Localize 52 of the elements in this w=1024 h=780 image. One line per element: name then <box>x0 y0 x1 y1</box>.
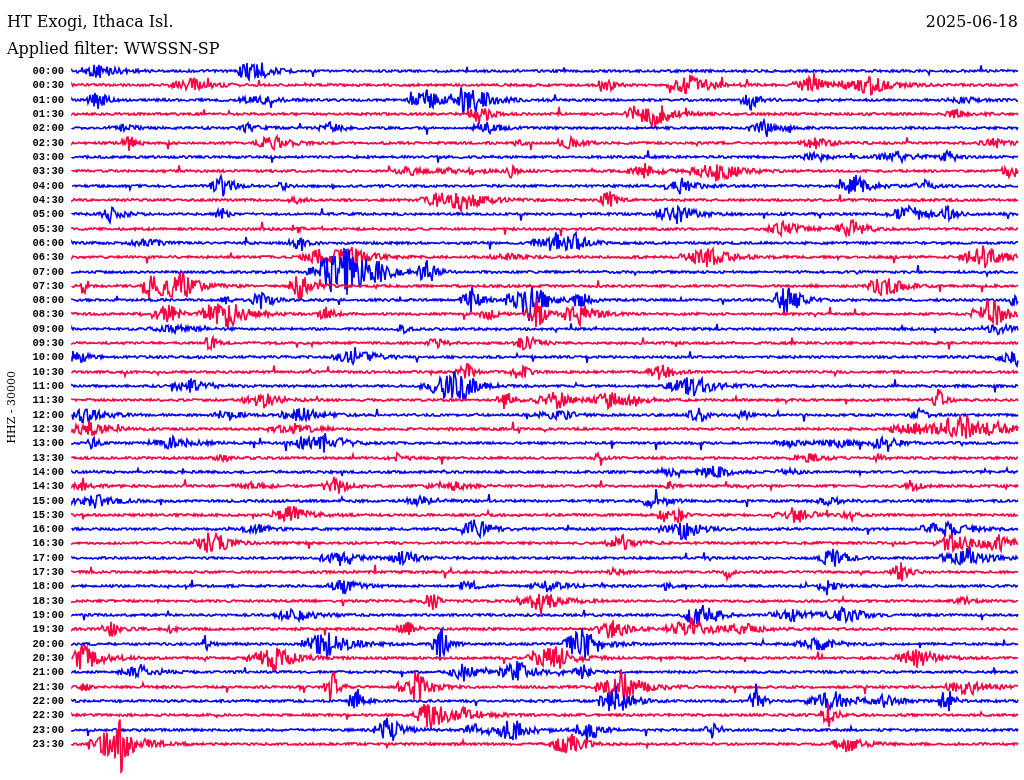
filter-label: Applied filter: WWSSN-SP <box>7 39 220 58</box>
time-label: 16:00 <box>31 523 64 536</box>
time-label: 13:00 <box>31 437 64 450</box>
time-label: 17:00 <box>31 551 64 564</box>
time-label: 20:00 <box>31 637 64 650</box>
time-label: 08:30 <box>31 308 64 321</box>
time-label: 15:00 <box>31 494 64 507</box>
time-label: 14:30 <box>31 480 64 493</box>
time-label: 13:30 <box>31 451 64 464</box>
time-label: 07:00 <box>31 265 64 278</box>
time-label: 06:00 <box>31 236 64 249</box>
time-label: 03:30 <box>31 165 64 178</box>
time-label: 18:30 <box>31 594 64 607</box>
time-label: 19:00 <box>31 609 64 622</box>
time-label: 22:00 <box>31 694 64 707</box>
time-label: 20:30 <box>31 651 64 664</box>
time-label: 21:30 <box>31 680 64 693</box>
axis-label: HHZ - 30000 <box>4 371 18 444</box>
time-label: 05:00 <box>31 208 64 221</box>
time-label: 03:00 <box>31 151 64 164</box>
time-label: 21:00 <box>31 666 64 679</box>
time-label: 00:00 <box>31 65 64 78</box>
time-label: 18:00 <box>31 580 64 593</box>
time-label: 02:30 <box>31 136 64 149</box>
time-label: 04:30 <box>31 193 64 206</box>
time-label: 04:00 <box>31 179 64 192</box>
station-title: HT Exogi, Ithaca Isl. <box>7 12 174 31</box>
time-label: 12:00 <box>31 408 64 421</box>
time-label: 09:30 <box>31 337 64 350</box>
time-label: 15:30 <box>31 508 64 521</box>
time-label: 14:00 <box>31 465 64 478</box>
time-label: 23:30 <box>31 737 64 750</box>
time-label: 17:30 <box>31 566 64 579</box>
time-label: 06:30 <box>31 251 64 264</box>
time-label: 09:00 <box>31 322 64 335</box>
time-label: 10:00 <box>31 351 64 364</box>
time-label: 11:30 <box>31 394 64 407</box>
time-label: 08:00 <box>31 294 64 307</box>
time-label: 05:30 <box>31 222 64 235</box>
time-label: 19:30 <box>31 623 64 636</box>
date-label: 2025-06-18 <box>925 12 1018 31</box>
time-label: 00:30 <box>31 79 64 92</box>
time-label: 10:30 <box>31 365 64 378</box>
time-label: 12:30 <box>31 422 64 435</box>
time-label: 07:30 <box>31 279 64 292</box>
time-label: 02:00 <box>31 122 64 135</box>
time-label: 22:30 <box>31 709 64 722</box>
time-label: 01:00 <box>31 93 64 106</box>
time-label: 23:00 <box>31 723 64 736</box>
time-label: 16:30 <box>31 537 64 550</box>
time-label: 01:30 <box>31 108 64 121</box>
time-label: 11:00 <box>31 380 64 393</box>
